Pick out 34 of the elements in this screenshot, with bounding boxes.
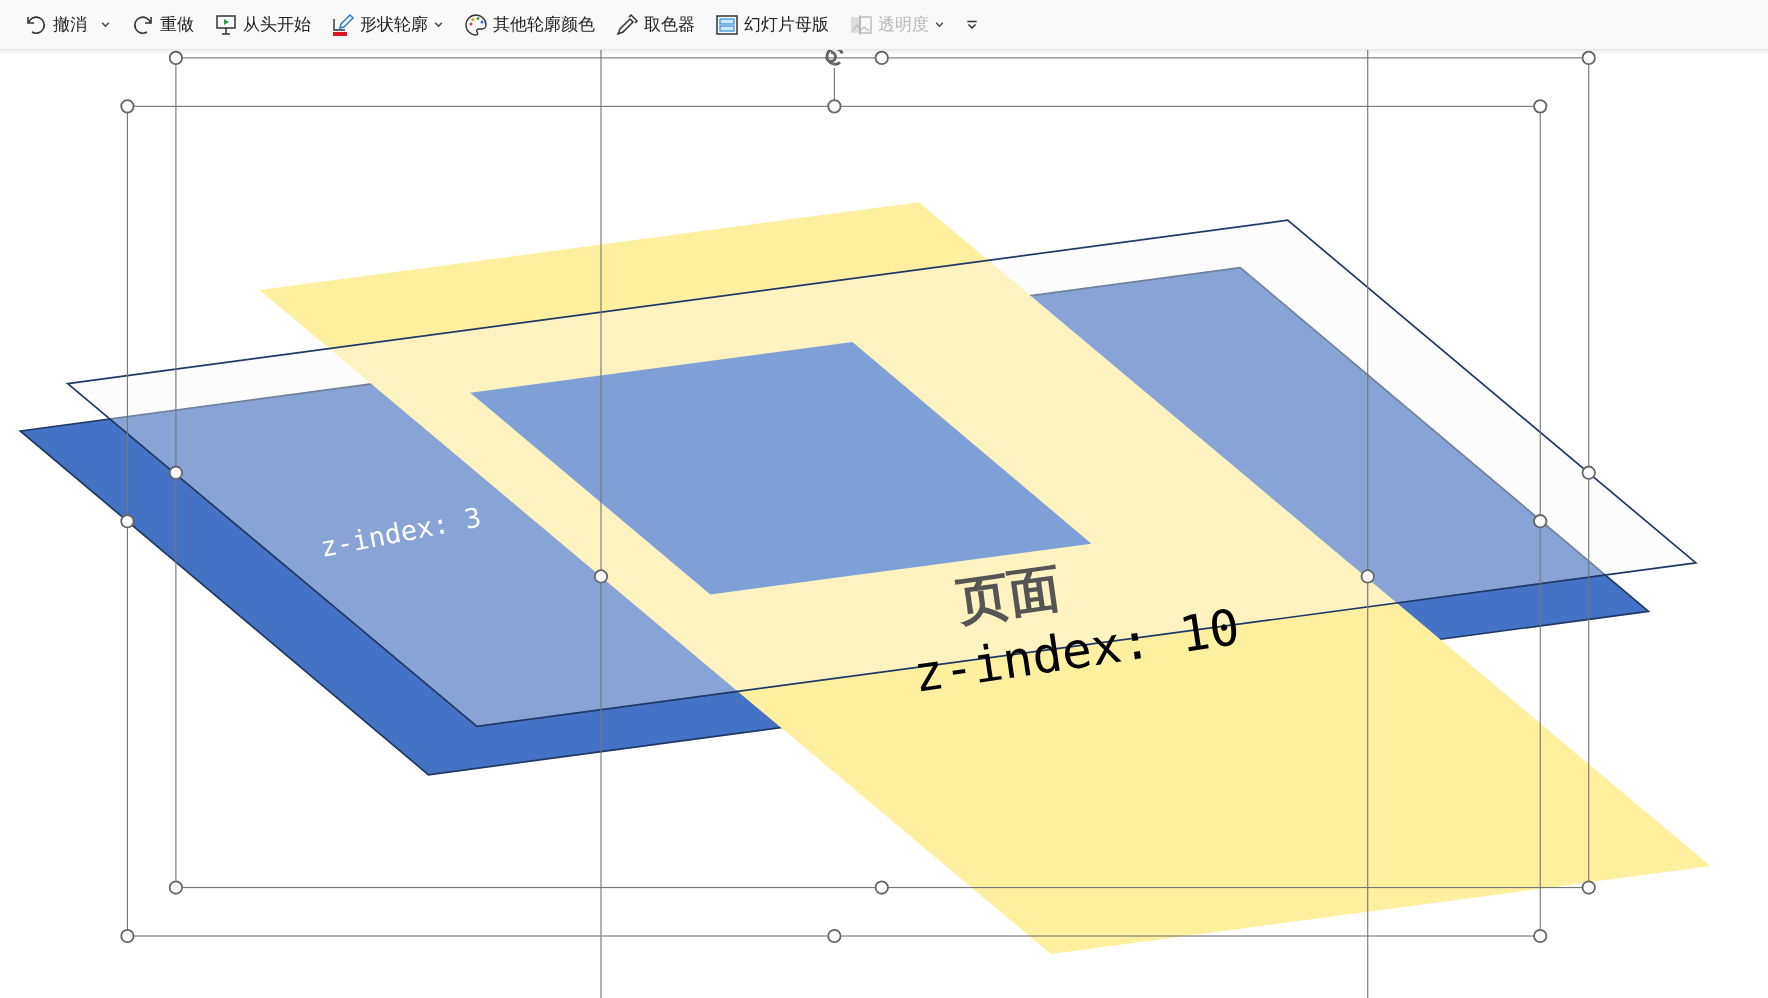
- resize-handle[interactable]: [168, 465, 183, 480]
- resize-handle[interactable]: [1581, 465, 1596, 480]
- resize-handle[interactable]: [1533, 928, 1548, 944]
- transparency-icon: [849, 12, 873, 37]
- rotate-handle-icon[interactable]: [825, 50, 844, 66]
- resize-handle[interactable]: [593, 569, 609, 584]
- resize-handle[interactable]: [827, 928, 842, 944]
- resize-handle[interactable]: [120, 514, 135, 529]
- toolbar-button[interactable]: 形状轮廓: [325, 8, 450, 41]
- canvas-label: z-index: 3: [317, 501, 484, 563]
- pen-outline-icon: [331, 12, 355, 37]
- presentation-icon: [214, 12, 238, 37]
- toolbar-button[interactable]: 幻灯片母版: [709, 8, 835, 41]
- toolbar-button[interactable]: 其他轮廓颜色: [458, 8, 601, 41]
- resize-handle[interactable]: [1581, 50, 1596, 65]
- resize-handle[interactable]: [168, 50, 183, 65]
- resize-handle[interactable]: [168, 880, 183, 895]
- resize-handle[interactable]: [120, 928, 135, 944]
- resize-handle[interactable]: [1360, 569, 1375, 584]
- resize-handle[interactable]: [1533, 99, 1548, 114]
- toolbar-button[interactable]: 从头开始: [208, 8, 317, 41]
- resize-handle[interactable]: [1533, 514, 1548, 529]
- palette-icon: [464, 12, 488, 37]
- resize-handle[interactable]: [874, 880, 889, 895]
- toolbar-button[interactable]: 取色器: [609, 8, 701, 41]
- resize-handle[interactable]: [827, 99, 842, 114]
- toolbar-button[interactable]: 撤消: [18, 8, 117, 41]
- eyedropper-icon: [615, 12, 639, 37]
- slide-master-icon: [715, 12, 739, 37]
- resize-handle[interactable]: [120, 99, 135, 114]
- resize-handle[interactable]: [1581, 880, 1596, 895]
- toolbar-button[interactable]: 重做: [125, 8, 200, 41]
- canvas-label: 页面: [953, 557, 1065, 632]
- resize-handle[interactable]: [874, 50, 889, 65]
